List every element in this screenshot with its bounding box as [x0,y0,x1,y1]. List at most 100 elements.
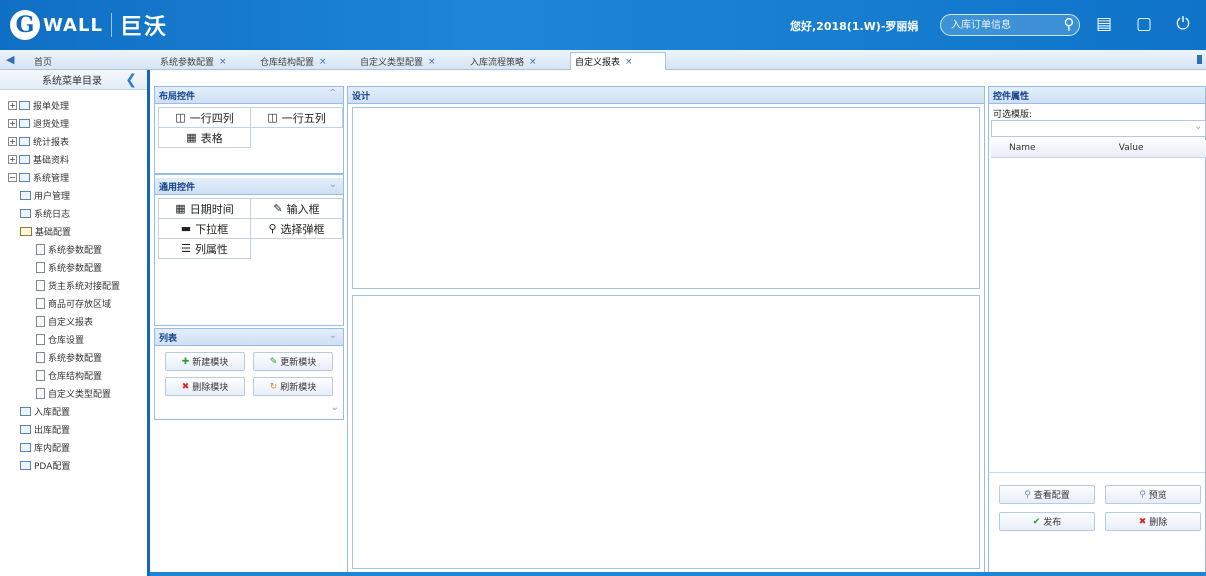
button-label: 删除 [1149,518,1168,528]
close-icon[interactable]: × [625,57,633,67]
sidebar-item-warehouse-settings[interactable]: 仓库设置 [8,330,147,348]
publish-button[interactable]: ✔ 发布 [999,512,1095,531]
sidebar-item-return-processing[interactable]: + 退货处理 [8,114,147,132]
tab-label: 自定义类型配置 [360,58,424,68]
chevron-down-icon[interactable]: ⌄ [1194,122,1202,132]
input-control-button[interactable]: ✎ 输入框 [250,198,343,219]
search-icon[interactable]: ⚲ [1058,13,1080,35]
sidebar-item-inventory-config[interactable]: 库内配置 [8,438,147,456]
design-canvas-bottom[interactable] [352,295,980,569]
sidebar-item-basic-config[interactable]: 基础配置 [8,222,147,240]
tab-label: 系统参数配置 [160,58,215,68]
refresh-module-button[interactable]: ↻ 刷新模块 [253,377,333,396]
delete-module-button[interactable]: ✖ 删除模块 [165,377,245,396]
new-module-button[interactable]: ✚ 新建模块 [165,352,245,371]
sidebar-item-user-management[interactable]: 用户管理 [8,186,147,204]
delete-icon: ✖ [181,381,190,392]
list-panel: 列表 ⌄ ✚ 新建模块 ✎ 更新模块 ✖ 删除模块 ↻ 刷新模块 ⌄ [154,328,344,420]
page-icon [20,424,31,434]
edit-icon: ✎ [269,356,278,367]
collapse-panel-icon[interactable]: ⌃ [329,88,337,99]
column-property-button[interactable]: ☰ 列属性 [158,238,251,259]
panel-title: 控件属性 [993,91,1030,102]
tab-scroll-left-icon[interactable]: ◀ [6,53,14,66]
list-icon: ☰ [181,242,191,255]
sidebar-item-system-params-2[interactable]: 系统参数配置 [8,258,147,276]
tab-system-params[interactable]: 系统参数配置 × [156,53,231,70]
expand-icon[interactable]: + [8,100,17,110]
delete-button[interactable]: ✖ 删除 [1105,512,1201,531]
sidebar-header: 系统菜单目录 ❮ [0,70,147,90]
collapse-sidebar-icon[interactable]: ❮ [125,72,137,88]
button-label: 列属性 [194,242,228,256]
tab-custom-types[interactable]: 自定义类型配置 × [356,53,440,70]
sidebar-item-custom-types[interactable]: 自定义类型配置 [8,384,147,402]
fullscreen-icon[interactable]: ▢ [1133,13,1155,35]
sidebar-item-inbound-config[interactable]: 入库配置 [8,402,147,420]
one-row-four-cols-button[interactable]: ◫ 一行四列 [158,107,251,128]
sidebar-item-system-params[interactable]: 系统参数配置 [8,240,147,258]
expand-icon[interactable]: + [8,118,17,128]
page-icon [20,460,31,470]
document-icon [36,369,45,381]
tree-item-label: 仓库结构配置 [48,371,103,382]
sidebar-item-system-params-3[interactable]: 系统参数配置 [8,348,147,366]
sidebar-item-owner-integration[interactable]: 货主系统对接配置 [8,276,147,294]
sidebar-item-basic-data[interactable]: + 基础资料 [8,150,147,168]
one-row-five-cols-button[interactable]: ◫ 一行五列 [250,107,343,128]
tab-home[interactable]: 首页 [30,53,56,70]
collapse-panel-icon[interactable]: ⌄ [329,179,337,190]
sidebar-item-statistics[interactable]: + 统计报表 [8,132,147,150]
collapse-panel-icon[interactable]: ⌄ [329,330,337,341]
close-icon[interactable]: × [529,57,537,67]
tab-warehouse-structure[interactable]: 仓库结构配置 × [256,53,331,70]
tree-item-label: 报单处理 [33,101,70,112]
divider [989,472,1205,473]
close-icon[interactable]: × [428,57,436,67]
sidebar-item-storage-area[interactable]: 商品可存放区域 [8,294,147,312]
dropdown-control-button[interactable]: ▬ 下拉框 [158,218,251,239]
view-config-button[interactable]: ⚲ 查看配置 [999,485,1095,504]
template-select[interactable]: ⌄ [991,120,1206,137]
sidebar-item-warehouse-structure[interactable]: 仓库结构配置 [8,366,147,384]
sidebar-item-pda-config[interactable]: PDA配置 [8,456,147,474]
tree-item-label: 出库配置 [34,425,71,436]
design-panel: 设计 [347,86,985,573]
button-label: 发布 [1043,518,1062,528]
close-icon[interactable]: × [219,57,227,67]
value-column-header: Value [1100,140,1206,158]
power-icon[interactable]: ⏻ [1172,13,1194,35]
button-label: 下拉框 [195,222,229,236]
tab-custom-report[interactable]: 自定义报表 × [570,52,666,70]
tab-scroll-right-icon[interactable] [1197,55,1202,64]
tab-inbound-strategy[interactable]: 入库流程策略 × [466,53,541,70]
collapse-icon[interactable]: − [8,172,17,182]
search-icon: ⚲ [1024,489,1031,500]
panel-title: 列表 [159,333,178,344]
sidebar-item-order-processing[interactable]: + 报单处理 [8,96,147,114]
module-icon [19,154,30,164]
document-icon [36,333,45,345]
design-canvas-top[interactable] [352,107,980,289]
datetime-control-button[interactable]: ▦ 日期时间 [158,198,251,219]
select-popup-control-button[interactable]: ⚲ 选择弹框 [250,218,343,239]
expand-panel-icon[interactable]: ⌄ [331,402,339,413]
tree-item-label: 货主系统对接配置 [48,281,121,292]
button-label: 一行五列 [281,111,326,125]
tree-item-label: 基础资料 [33,155,70,166]
tree-item-label: 系统参数配置 [48,245,103,256]
sidebar-item-system-log[interactable]: 系统日志 [8,204,147,222]
close-icon[interactable]: × [319,57,327,67]
sidebar-item-outbound-config[interactable]: 出库配置 [8,420,147,438]
button-label: 刷新模块 [280,383,317,393]
sidebar-item-custom-report[interactable]: 自定义报表 [8,312,147,330]
expand-icon[interactable]: + [8,154,17,164]
logo-wall-text: WALL [43,14,103,36]
notes-icon[interactable]: ▤ [1093,13,1115,35]
sidebar-item-system-management[interactable]: − 系统管理 [8,168,147,186]
logo: G WALL 巨沃 [10,9,168,41]
expand-icon[interactable]: + [8,136,17,146]
preview-button[interactable]: ⚲ 预览 [1105,485,1201,504]
update-module-button[interactable]: ✎ 更新模块 [253,352,333,371]
table-button[interactable]: ▦ 表格 [158,127,251,148]
